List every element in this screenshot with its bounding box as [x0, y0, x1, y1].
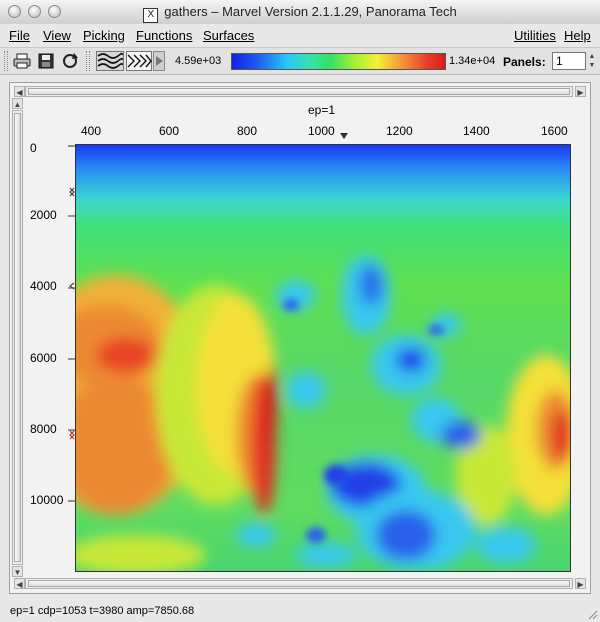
- menu-file[interactable]: File: [9, 28, 30, 43]
- menu-help[interactable]: Help: [564, 28, 591, 43]
- x-tick-label: 600: [159, 124, 180, 138]
- horizontal-scrollbar-bottom[interactable]: [25, 578, 573, 589]
- scroll-right-arrow-bottom[interactable]: ▶: [575, 578, 586, 589]
- x-tick-label: 400: [81, 124, 102, 138]
- menu-utilities[interactable]: Utilities: [514, 28, 556, 43]
- scroll-thumb[interactable]: [14, 113, 21, 562]
- refresh-icon[interactable]: [60, 51, 80, 71]
- y-tick-label: 0: [30, 141, 37, 155]
- x-tick-label: 1200: [386, 124, 413, 138]
- toolbar-separator: [4, 51, 8, 71]
- toolbar: 4.59e+03 1.34e+04 Panels: 1 ▲ ▼: [0, 47, 600, 75]
- scroll-up-arrow[interactable]: ▲: [12, 98, 23, 109]
- play-arrow-icon[interactable]: [153, 51, 165, 71]
- scroll-right-arrow-top[interactable]: ▶: [575, 86, 586, 97]
- x11-icon: X: [143, 8, 159, 23]
- horizontal-scrollbar-top[interactable]: [25, 86, 573, 97]
- x-tick-label: 1600: [541, 124, 568, 138]
- panels-spinner[interactable]: ▲ ▼: [587, 52, 597, 70]
- window-title: Xgathers – Marvel Version 2.1.1.29, Pano…: [0, 4, 600, 23]
- y-tick-label: 4000: [30, 279, 57, 293]
- status-bar-text: ep=1 cdp=1053 t=3980 amp=7850.68: [10, 605, 195, 617]
- x-tick-label: 1000: [308, 124, 335, 138]
- colorbar: [231, 53, 446, 70]
- wiggle-display-icon[interactable]: [96, 51, 124, 71]
- vertical-scrollbar[interactable]: [12, 110, 23, 565]
- seismic-display[interactable]: [75, 144, 571, 572]
- plot-header-label: ep=1: [308, 103, 336, 117]
- panels-input[interactable]: 1: [552, 52, 586, 70]
- window-title-text: gathers – Marvel Version 2.1.1.29, Panor…: [164, 4, 457, 19]
- y-tick-label: 6000: [30, 351, 57, 365]
- resize-grip-icon[interactable]: [586, 608, 598, 620]
- scroll-thumb[interactable]: [28, 88, 570, 95]
- colorbar-min-value: 4.59e+03: [175, 55, 222, 67]
- y-tick-label: 8000: [30, 422, 57, 436]
- menu-bar: File View Picking Functions Surfaces Uti…: [0, 24, 600, 46]
- colorbar-max-value: 1.34e+04: [449, 55, 496, 67]
- velocity-image: [76, 145, 570, 571]
- scroll-thumb[interactable]: [28, 580, 570, 587]
- x-tick-label: 1400: [463, 124, 490, 138]
- window-title-bar: Xgathers – Marvel Version 2.1.1.29, Pano…: [0, 0, 600, 25]
- y-tick-label: 10000: [30, 493, 64, 507]
- scroll-left-arrow-bottom[interactable]: ◀: [14, 578, 25, 589]
- menu-functions[interactable]: Functions: [136, 28, 192, 43]
- panels-label: Panels:: [503, 55, 546, 69]
- menu-view[interactable]: View: [43, 28, 71, 43]
- x-tick-label: 800: [237, 124, 258, 138]
- print-icon[interactable]: [12, 51, 32, 71]
- cursor-marker-icon: [340, 133, 348, 139]
- save-icon[interactable]: [36, 51, 56, 71]
- menu-picking[interactable]: Picking: [83, 28, 125, 43]
- toolbar-separator: [86, 51, 90, 71]
- scroll-down-arrow[interactable]: ▼: [12, 566, 23, 577]
- scroll-left-arrow-top[interactable]: ◀: [14, 86, 25, 97]
- variable-density-icon[interactable]: [126, 51, 152, 71]
- menu-surfaces[interactable]: Surfaces: [203, 28, 254, 43]
- y-tick-label: 2000: [30, 208, 57, 222]
